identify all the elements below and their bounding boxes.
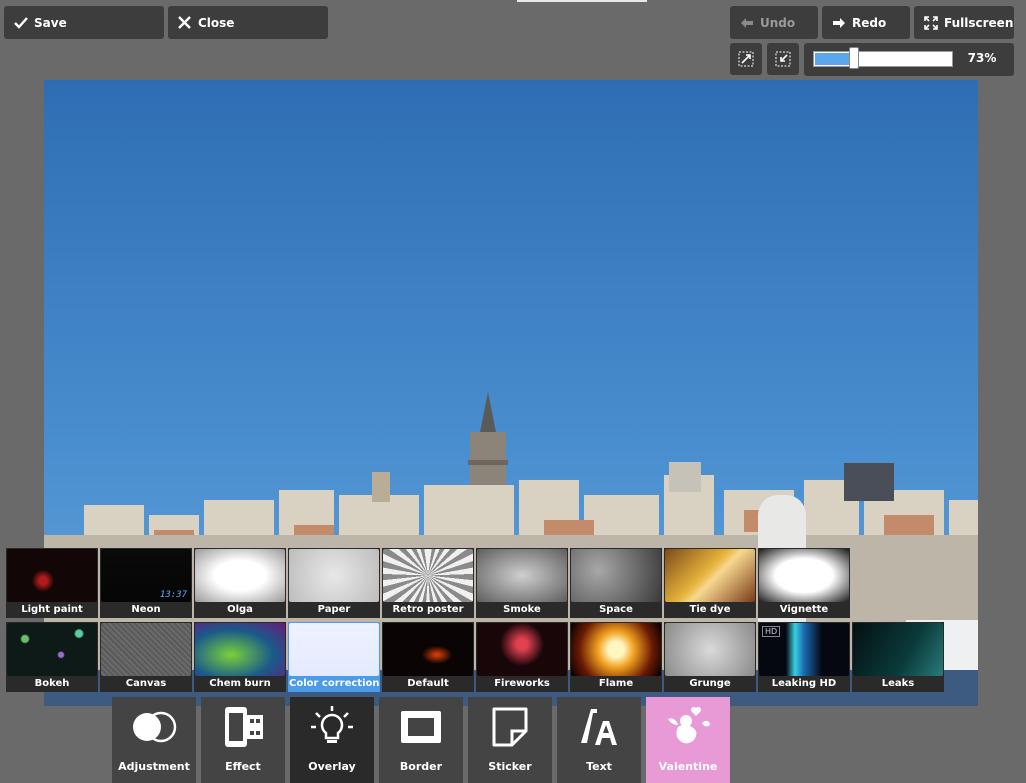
- overlay-thumb-label: Leaks: [881, 678, 915, 689]
- fullscreen-icon: [924, 15, 938, 30]
- overlay-thumb-label: Olga: [227, 604, 253, 615]
- overlay-thumb-label: Vignette: [779, 604, 829, 615]
- space-thumb: [571, 549, 661, 602]
- tool-tab-label: Adjustment: [118, 760, 190, 773]
- redo-label: Redo: [852, 15, 887, 30]
- overlay-thumb-label: Tie dye: [689, 604, 731, 615]
- fullscreen-label: Fullscreen: [944, 15, 1014, 30]
- overlay-thumb-label: Paper: [317, 604, 351, 615]
- checkmark-icon: [14, 16, 28, 29]
- tool-tab-label: Text: [586, 760, 612, 773]
- tool-tab-label: Valentine: [658, 760, 718, 773]
- shrink-icon: [775, 51, 791, 67]
- overlay-thumb-smoke[interactable]: Smoke: [476, 548, 568, 618]
- paper-thumb: [289, 549, 379, 602]
- canvas-thumb: [101, 623, 191, 676]
- close-button[interactable]: Close: [168, 6, 328, 39]
- arrow-right-icon: [833, 17, 845, 28]
- close-label: Close: [198, 15, 235, 30]
- actual-size-button[interactable]: [767, 43, 799, 75]
- redo-button[interactable]: Redo: [822, 6, 910, 39]
- overlay-thumb-color-correction[interactable]: Color correction: [288, 622, 380, 692]
- arrow-left-icon: [741, 17, 753, 28]
- overlay-thumb-leaking-hd[interactable]: HD Leaking HD: [758, 622, 850, 692]
- tool-tab-label: Border: [399, 760, 443, 773]
- leaking-hd-thumb: HD: [759, 623, 849, 676]
- fireworks-thumb: [477, 623, 567, 676]
- overlay-thumb-space[interactable]: Space: [570, 548, 662, 618]
- overlay-thumb-label: Neon: [131, 604, 161, 615]
- overlay-thumb-chem-burn[interactable]: Chem burn: [194, 622, 286, 692]
- overlay-thumb-label: Default: [407, 678, 449, 689]
- overlay-thumb-grunge[interactable]: Grunge: [664, 622, 756, 692]
- overlay-thumb-default[interactable]: Default: [382, 622, 474, 692]
- smoke-thumb: [477, 549, 567, 602]
- undo-button[interactable]: Undo: [730, 6, 818, 39]
- chem-burn-thumb: [195, 623, 285, 676]
- overlay-thumb-label: Fireworks: [494, 678, 550, 689]
- flame-thumb: [571, 623, 661, 676]
- light-paint-thumb: [7, 549, 97, 602]
- expand-icon: [738, 51, 754, 67]
- overlay-thumb-bokeh[interactable]: Bokeh: [6, 622, 98, 692]
- overlay-thumb-vignette[interactable]: Vignette: [758, 548, 850, 618]
- zoom-slider-handle[interactable]: [849, 47, 859, 69]
- overlay-thumb-canvas[interactable]: Canvas: [100, 622, 192, 692]
- overlay-thumb-flame[interactable]: Flame: [570, 622, 662, 692]
- overlay-thumb-label: Smoke: [503, 604, 541, 615]
- tie-dye-thumb: [665, 549, 755, 602]
- tool-tab-label: Sticker: [488, 760, 532, 773]
- tool-tab-text[interactable]: Text: [557, 697, 641, 783]
- save-button[interactable]: Save: [4, 6, 164, 39]
- overlay-thumb-label: Flame: [598, 678, 634, 689]
- overlay-thumb-label: Grunge: [689, 678, 731, 689]
- tool-tab-label: Overlay: [308, 760, 356, 773]
- tool-tab-sticker[interactable]: Sticker: [468, 697, 552, 783]
- overlay-thumb-retro-poster[interactable]: Retro poster: [382, 548, 474, 618]
- retro-poster-thumb: [383, 549, 473, 602]
- default-thumb: [383, 623, 473, 676]
- overlay-thumb-neon[interactable]: 13:37 Neon: [100, 548, 192, 618]
- close-icon: [178, 16, 191, 29]
- overlay-thumb-olga[interactable]: Olga: [194, 548, 286, 618]
- zoom-value: 73%: [967, 51, 997, 65]
- overlay-thumb-light-paint[interactable]: Light paint: [6, 548, 98, 618]
- overlay-thumb-fireworks[interactable]: Fireworks: [476, 622, 568, 692]
- save-label: Save: [34, 15, 67, 30]
- zoom-slider[interactable]: [813, 51, 953, 67]
- overlay-thumb-label: Space: [599, 604, 633, 615]
- tool-tab-border[interactable]: Border: [379, 697, 463, 783]
- tool-tab-label: Effect: [225, 760, 261, 773]
- leaks-thumb: [853, 623, 943, 676]
- color-correction-thumb: [289, 623, 379, 676]
- overlay-thumb-label: Light paint: [21, 604, 83, 615]
- bokeh-thumb: [7, 623, 97, 676]
- olga-thumb: [195, 549, 285, 602]
- overlay-thumb-leaks[interactable]: Leaks: [852, 622, 944, 692]
- tool-tab-valentine[interactable]: Valentine: [646, 697, 730, 783]
- hd-badge: HD: [762, 626, 781, 637]
- neon-thumb: 13:37: [101, 549, 191, 602]
- overlay-thumb-label: Chem burn: [209, 678, 271, 689]
- tool-tab-adjustment[interactable]: Adjustment: [112, 697, 196, 783]
- fullscreen-button[interactable]: Fullscreen: [914, 6, 1014, 39]
- fit-to-screen-button[interactable]: [730, 43, 762, 75]
- overlay-thumb-paper[interactable]: Paper: [288, 548, 380, 618]
- overlay-thumb-label: Canvas: [125, 678, 167, 689]
- overlay-thumb-label: Leaking HD: [771, 678, 837, 689]
- overlay-thumb-label: Color correction: [289, 678, 379, 689]
- tool-tab-overlay[interactable]: Overlay: [290, 697, 374, 783]
- tool-tab-effect[interactable]: Effect: [201, 697, 285, 783]
- undo-label: Undo: [760, 15, 796, 30]
- overlay-thumb-label: Retro poster: [392, 604, 464, 615]
- vignette-thumb: [759, 549, 849, 602]
- grunge-thumb: [665, 623, 755, 676]
- active-tab-indicator: [517, 0, 647, 2]
- overlay-thumb-tie-dye[interactable]: Tie dye: [664, 548, 756, 618]
- overlay-thumb-label: Bokeh: [34, 678, 70, 689]
- thumb-caption: 13:37: [159, 590, 187, 600]
